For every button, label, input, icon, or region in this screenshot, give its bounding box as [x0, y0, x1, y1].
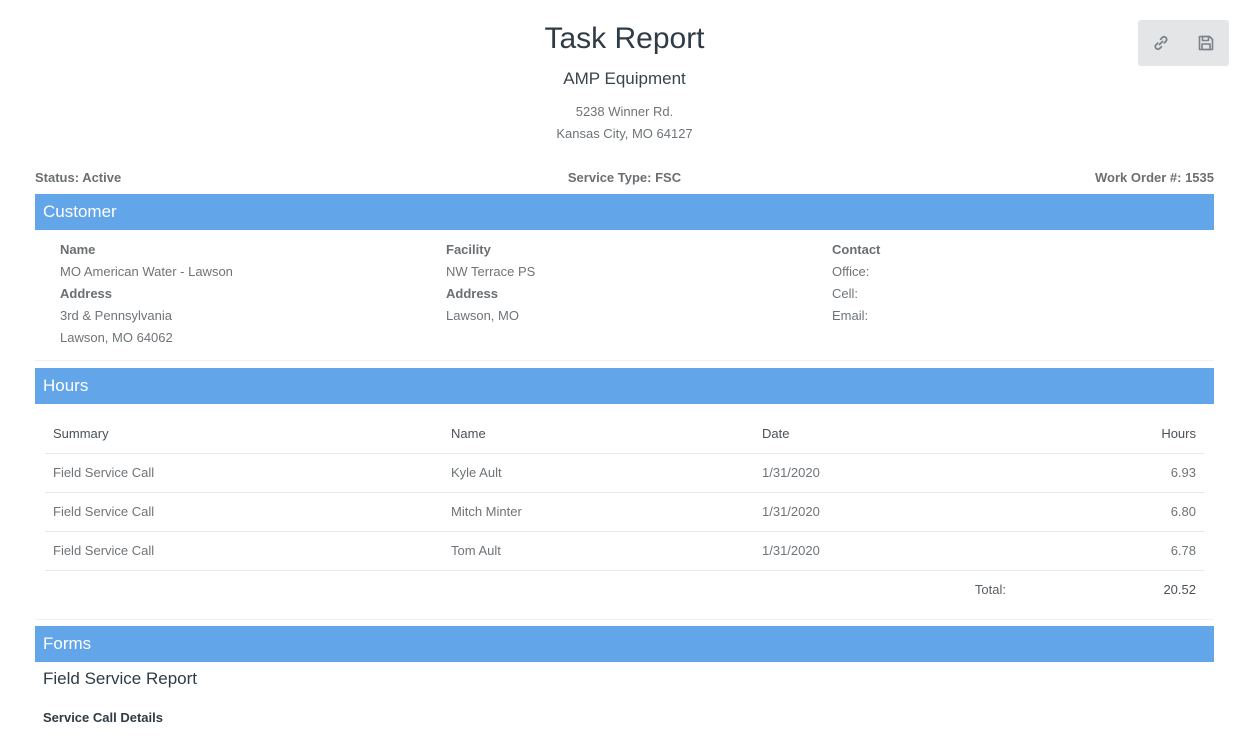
column-header-hours: Hours: [1014, 414, 1204, 454]
contact-label: Contact: [832, 242, 881, 257]
form-subsection-title: Service Call Details: [43, 710, 163, 725]
row-summary: Field Service Call: [45, 453, 443, 493]
save-icon: [1198, 35, 1213, 51]
facility-address-value: Lawson, MO: [446, 308, 519, 323]
row-hours: 6.93: [1014, 453, 1204, 493]
work-order-label: Work Order #: 1535: [1095, 170, 1214, 185]
page-title: Task Report: [544, 22, 705, 55]
service-type-label: Service Type: FSC: [567, 170, 682, 185]
column-header-name: Name: [443, 414, 754, 454]
facility-value: NW Terrace PS: [446, 264, 536, 279]
company-address-line2: Kansas City, MO 64127: [556, 126, 693, 141]
table-row: Field Service Call Tom Ault 1/31/2020 6.…: [45, 531, 1204, 571]
hours-section-header: Hours: [35, 368, 1214, 404]
column-header-date: Date: [754, 414, 1014, 454]
task-report-page: Task Report AMP Equipment 5238 Winner Rd…: [0, 0, 1249, 737]
contact-cell: Cell:: [832, 286, 859, 301]
copy-link-button[interactable]: [1138, 20, 1183, 66]
report-toolbar: [1138, 20, 1229, 66]
hours-table-header-row: Summary Name Date Hours: [45, 414, 1204, 454]
forms-section-header: Forms: [35, 626, 1214, 662]
form-title: Field Service Report: [43, 669, 198, 688]
link-icon: [1153, 35, 1168, 51]
facility-label: Facility: [446, 242, 491, 257]
hours-section: Summary Name Date Hours Field Service Ca…: [35, 404, 1214, 620]
company-address-line1: 5238 Winner Rd.: [575, 104, 674, 119]
row-date: 1/31/2020: [754, 531, 1014, 571]
customer-name-label: Name: [60, 242, 96, 257]
customer-section: Name MO American Water - Lawson Address …: [35, 230, 1214, 361]
hours-table: Summary Name Date Hours Field Service Ca…: [45, 414, 1204, 609]
column-header-summary: Summary: [45, 414, 443, 454]
table-row: Field Service Call Kyle Ault 1/31/2020 6…: [45, 453, 1204, 493]
contact-office: Office:: [832, 264, 870, 279]
row-name: Mitch Minter: [443, 492, 754, 532]
facility-address-label: Address: [446, 286, 499, 301]
row-name: Tom Ault: [443, 531, 754, 571]
contact-column: Contact Office: Cell: Email:: [832, 242, 880, 330]
total-row: Total: 20.52: [45, 570, 1204, 609]
save-button[interactable]: [1183, 20, 1228, 66]
row-summary: Field Service Call: [45, 492, 443, 532]
customer-address-line2: Lawson, MO 64062: [60, 330, 173, 345]
row-date: 1/31/2020: [754, 492, 1014, 532]
total-hours-value: 20.52: [1163, 582, 1196, 598]
contact-email: Email:: [832, 308, 869, 323]
row-summary: Field Service Call: [45, 531, 443, 571]
customer-section-header: Customer: [35, 194, 1214, 230]
row-name: Kyle Ault: [443, 453, 754, 493]
customer-address-line1: 3rd & Pennsylvania: [60, 308, 173, 323]
row-hours: 6.80: [1014, 492, 1204, 532]
customer-address-label: Address: [60, 286, 113, 301]
table-row: Field Service Call Mitch Minter 1/31/202…: [45, 492, 1204, 532]
row-date: 1/31/2020: [754, 453, 1014, 493]
company-name: AMP Equipment: [563, 69, 686, 88]
customer-name-value: MO American Water - Lawson: [60, 264, 233, 279]
total-label: Total:: [974, 582, 1006, 598]
row-hours: 6.78: [1014, 531, 1204, 571]
customer-name-column: Name MO American Water - Lawson Address …: [60, 242, 233, 352]
facility-column: Facility NW Terrace PS Address Lawson, M…: [446, 242, 535, 330]
